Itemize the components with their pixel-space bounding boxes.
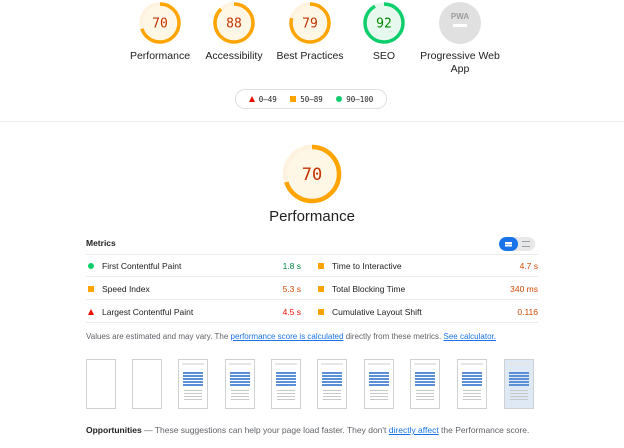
metric-status [86, 309, 96, 315]
opportunities-heading: Opportunities [86, 425, 142, 435]
metric-value: 5.3 s [282, 284, 301, 294]
filmstrip-frame [178, 359, 208, 409]
metric-name: Time to Interactive [332, 261, 402, 271]
fail-triangle-icon [88, 309, 94, 315]
gauge-accessibility[interactable]: 88 Accessibility [194, 0, 274, 63]
see-calculator-link[interactable]: See calculator. [444, 332, 496, 341]
square-icon [290, 96, 297, 102]
filmstrip-frame [317, 359, 347, 409]
main-performance-gauge: 70 [270, 143, 354, 210]
metrics-note: Values are estimated and may vary. The p… [86, 332, 496, 341]
legend-pass: 90–100 [336, 95, 373, 104]
pwa-badge-icon: PWA [439, 2, 481, 44]
metric-row: First Contentful Paint 1.8 s [86, 255, 301, 277]
filmstrip-frame [504, 359, 534, 409]
main-performance-title: Performance [269, 208, 355, 225]
filmstrip-frame [410, 359, 440, 409]
metrics-view-toggle[interactable] [499, 237, 535, 251]
metric-value: 1.8 s [282, 261, 301, 271]
legend-average: 50–89 [290, 95, 323, 104]
metric-value: 4.7 s [519, 261, 538, 271]
gauge-ring: 79 [289, 2, 331, 44]
average-square-icon [318, 309, 324, 315]
pwa-badge-text: PWA [451, 12, 469, 21]
category-gauges: 70 Performance 88 Accessibility 79 Best … [0, 0, 624, 80]
gauge-ring: 92 [363, 2, 405, 44]
legend-average-label: 50–89 [300, 94, 323, 104]
average-square-icon [318, 286, 324, 292]
metric-row: Largest Contentful Paint 4.5 s [86, 301, 301, 323]
metric-name: Total Blocking Time [332, 284, 406, 294]
legend-fail-label: 0–49 [258, 94, 277, 104]
gauge-seo[interactable]: 92 SEO [344, 0, 424, 63]
opportunities-intro: Opportunities — These suggestions can he… [86, 425, 529, 435]
gauge-performance[interactable]: 70 Performance [120, 0, 200, 63]
metric-row: Total Blocking Time 340 ms [316, 278, 538, 300]
opportunities-text: the Performance score. [438, 425, 530, 435]
filmstrip-frame [132, 359, 162, 409]
gauge-label: Accessibility [205, 50, 263, 62]
gauge-label: Progressive Web App [420, 50, 500, 75]
list-view-icon[interactable] [499, 237, 518, 251]
filmstrip-frame [271, 359, 301, 409]
filmstrip-frame [457, 359, 487, 409]
metric-name: Speed Index [102, 284, 150, 294]
gauge-score: 79 [302, 17, 318, 32]
gauge-score: 70 [152, 17, 168, 32]
metric-row: Speed Index 5.3 s [86, 278, 301, 300]
metric-status [316, 286, 326, 292]
note-text: directly from these metrics. [343, 332, 444, 341]
average-square-icon [88, 286, 94, 292]
gauge-ring: 70 [139, 2, 181, 44]
opportunities-text: — These suggestions can help your page l… [141, 425, 389, 435]
legend-pass-label: 90–100 [346, 94, 374, 104]
metric-value: 340 ms [510, 284, 538, 294]
gauge-label: Best Practices [276, 50, 344, 62]
gauge-score: 92 [376, 17, 392, 32]
metric-row: Time to Interactive 4.7 s [316, 255, 538, 277]
filmstrip-frame [225, 359, 255, 409]
section-divider [0, 121, 624, 122]
triangle-icon [248, 96, 255, 102]
score-calculated-link[interactable]: performance score is calculated [231, 332, 344, 341]
metric-name: Largest Contentful Paint [102, 307, 194, 317]
metric-name: First Contentful Paint [102, 261, 182, 271]
filmstrip-frame [364, 359, 394, 409]
opportunities-table-header [86, 442, 538, 448]
directly-affect-link[interactable]: directly affect [389, 425, 439, 435]
gauge-pwa[interactable]: PWA Progressive Web App [420, 0, 500, 76]
gauge-ring: 88 [213, 2, 255, 44]
pass-circle-icon [88, 263, 94, 269]
filmstrip-frame [86, 359, 116, 409]
metric-status [86, 263, 96, 269]
metric-status [316, 309, 326, 315]
gauge-score: 88 [226, 17, 242, 32]
metric-status [316, 263, 326, 269]
filmstrip [86, 359, 538, 409]
metric-name: Cumulative Layout Shift [332, 307, 422, 317]
score-legend: 0–49 50–89 90–100 [235, 89, 387, 109]
metric-row: Cumulative Layout Shift 0.116 [316, 301, 538, 323]
legend-fail: 0–49 [248, 94, 277, 104]
gauge-label: Performance [129, 50, 191, 62]
note-text: Values are estimated and may vary. The [86, 332, 231, 341]
metric-status [86, 286, 96, 292]
metrics-heading: Metrics [86, 238, 116, 248]
main-score: 70 [302, 165, 322, 185]
average-square-icon [318, 263, 324, 269]
gauge-label: SEO [372, 50, 396, 62]
metric-value: 0.116 [517, 307, 538, 317]
gauge-best-practices[interactable]: 79 Best Practices [270, 0, 350, 63]
expanded-view-icon[interactable] [522, 241, 530, 247]
main-gauge-ring: 70 [282, 144, 342, 204]
circle-icon [336, 96, 343, 102]
metric-value: 4.5 s [282, 307, 301, 317]
